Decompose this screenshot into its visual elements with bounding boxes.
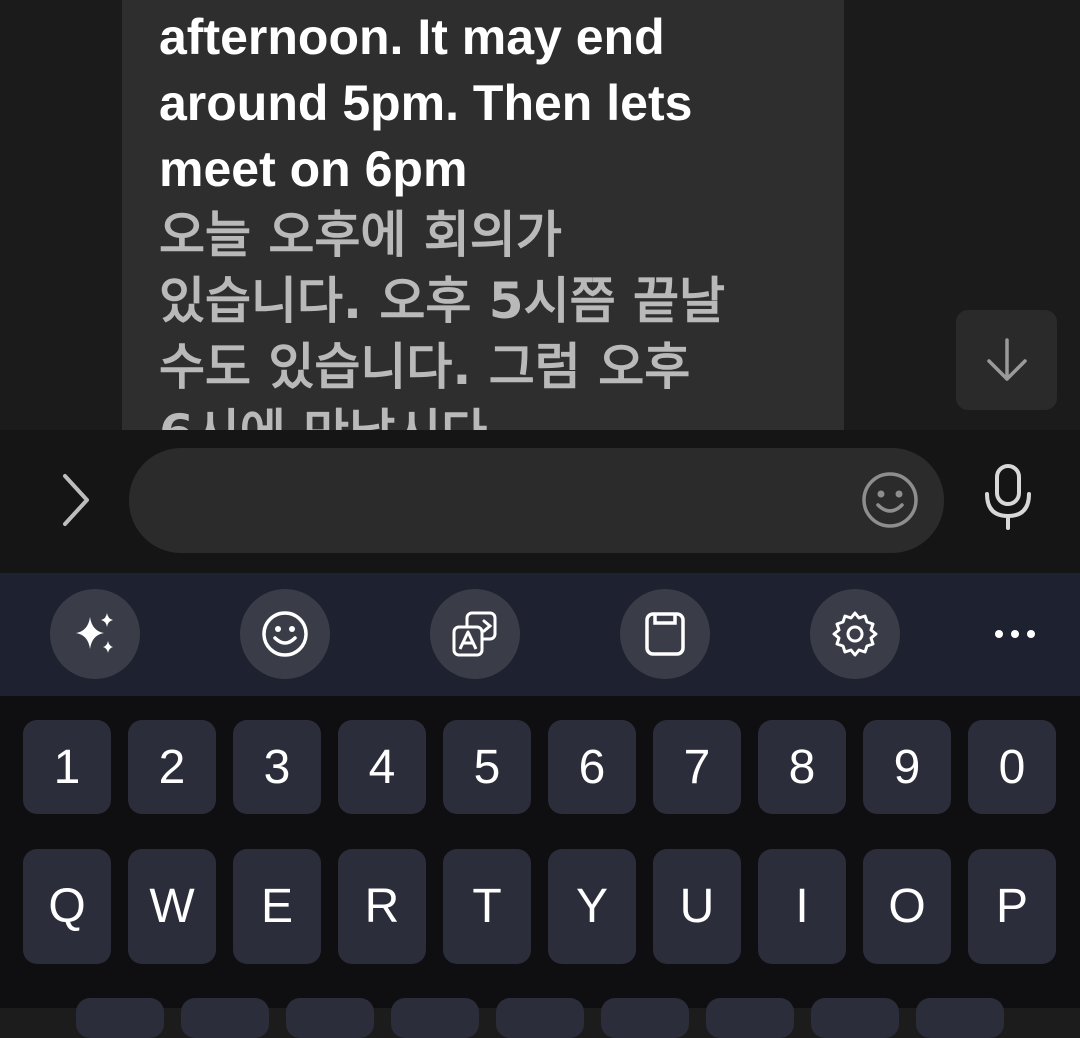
key-u[interactable]: U (653, 849, 741, 964)
chevron-right-icon (63, 474, 89, 526)
chat-area: afternoon. It may end around 5pm. Then l… (0, 0, 1080, 430)
key-9[interactable]: 9 (863, 720, 951, 814)
message-line-en: afternoon. It may end (159, 9, 665, 65)
key-i[interactable]: I (758, 849, 846, 964)
message-input-field[interactable] (129, 448, 944, 553)
emoji-icon (262, 611, 308, 657)
sparkle-icon (76, 613, 113, 653)
message-line-ko: 수도 있습니다. 그럼 오후 (159, 338, 691, 396)
message-line-ko: 있습니다. 오후 5시쯤 끝날 (159, 272, 726, 330)
message-input[interactable] (169, 478, 853, 523)
key-7[interactable]: 7 (653, 720, 741, 814)
key-row3[interactable] (181, 998, 269, 1038)
key-q[interactable]: Q (23, 849, 111, 964)
settings-button[interactable] (810, 589, 900, 679)
key-r[interactable]: R (338, 849, 426, 964)
ai-tools-button[interactable] (50, 589, 140, 679)
key-row3[interactable] (916, 998, 1004, 1038)
key-2[interactable]: 2 (128, 720, 216, 814)
message-line-en: around 5pm. Then lets (159, 75, 693, 131)
message-line-en: meet on 6pm (159, 141, 468, 197)
translate-icon (452, 611, 497, 657)
arrow-down-icon (986, 338, 1027, 381)
expand-button[interactable] (50, 470, 100, 530)
translate-button[interactable] (430, 589, 520, 679)
key-4[interactable]: 4 (338, 720, 426, 814)
more-icon (995, 630, 1035, 638)
key-row3[interactable] (496, 998, 584, 1038)
keyboard-toolbar (0, 573, 1080, 696)
key-8[interactable]: 8 (758, 720, 846, 814)
microphone-button[interactable] (978, 462, 1038, 532)
key-w[interactable]: W (128, 849, 216, 964)
message-line-ko: 6시에 만납시다 (159, 400, 808, 430)
gear-icon (832, 611, 878, 657)
key-6[interactable]: 6 (548, 720, 636, 814)
key-p[interactable]: P (968, 849, 1056, 964)
key-row3[interactable] (391, 998, 479, 1038)
emoji-keyboard-button[interactable] (240, 589, 330, 679)
key-0[interactable]: 0 (968, 720, 1056, 814)
key-row3[interactable] (811, 998, 899, 1038)
emoji-button[interactable] (860, 470, 920, 530)
key-row3[interactable] (601, 998, 689, 1038)
key-e[interactable]: E (233, 849, 321, 964)
microphone-icon (985, 464, 1031, 530)
key-row3[interactable] (76, 998, 164, 1038)
key-y[interactable]: Y (548, 849, 636, 964)
emoji-icon (862, 472, 918, 528)
scroll-to-bottom-button[interactable] (956, 310, 1057, 410)
key-o[interactable]: O (863, 849, 951, 964)
key-5[interactable]: 5 (443, 720, 531, 814)
key-row3[interactable] (286, 998, 374, 1038)
key-row3[interactable] (706, 998, 794, 1038)
more-options-button[interactable] (985, 609, 1045, 659)
message-line-ko: 오늘 오후에 회의가 (159, 206, 562, 264)
key-1[interactable]: 1 (23, 720, 111, 814)
clipboard-icon (645, 612, 685, 656)
key-3[interactable]: 3 (233, 720, 321, 814)
message-bubble[interactable]: afternoon. It may end around 5pm. Then l… (122, 0, 844, 430)
clipboard-button[interactable] (620, 589, 710, 679)
key-t[interactable]: T (443, 849, 531, 964)
